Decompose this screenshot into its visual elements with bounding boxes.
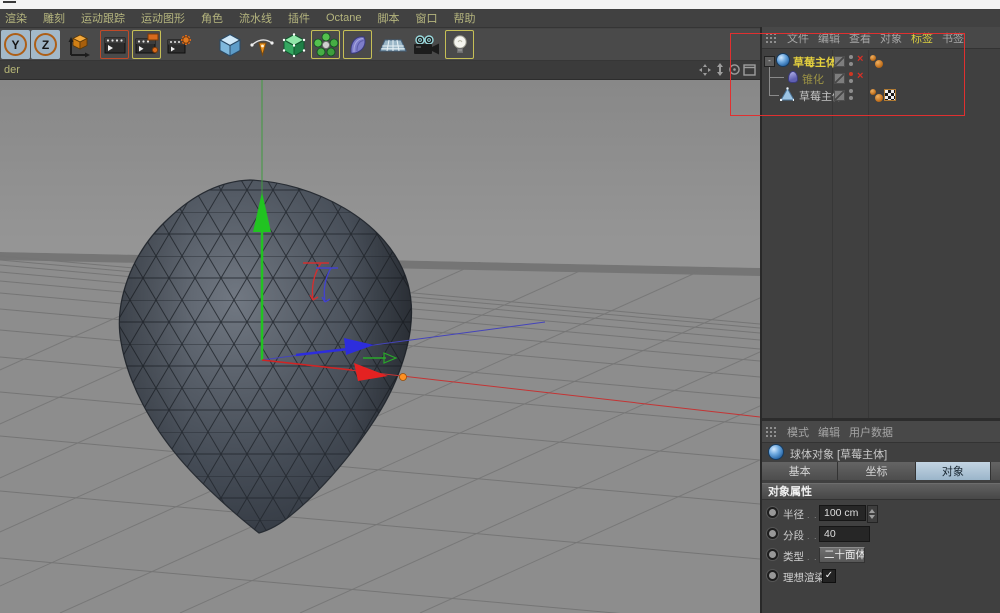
- property-label: 理想渲染: [783, 570, 825, 585]
- y-axis-lock-button[interactable]: Y: [1, 30, 30, 59]
- render-picture-viewer-button[interactable]: [132, 30, 161, 59]
- floor-grid-icon: [378, 32, 408, 58]
- bend-deformer-icon: [345, 32, 371, 58]
- camera-button[interactable]: [409, 30, 445, 59]
- menu-window[interactable]: 窗口: [415, 10, 437, 26]
- keyframe-dot[interactable]: [767, 549, 778, 560]
- panel-handle-icon[interactable]: [766, 427, 778, 437]
- add-primitive-cube-button[interactable]: [215, 30, 244, 59]
- property-render-perfect: 理想渲染 ✓: [762, 567, 1000, 586]
- menu-pipeline[interactable]: 流水线: [239, 10, 272, 26]
- y-axis-icon: Y: [4, 33, 27, 56]
- viewport-title-bar: der: [0, 61, 760, 80]
- viewport-title: der: [0, 64, 20, 76]
- floor-button[interactable]: [375, 30, 411, 59]
- menu-octane[interactable]: Octane: [326, 12, 361, 24]
- render-settings-button[interactable]: [164, 30, 193, 59]
- radius-stepper[interactable]: [867, 505, 878, 523]
- deformer-button[interactable]: [343, 30, 372, 59]
- viewport-zoom-icon[interactable]: [713, 62, 726, 77]
- light-button[interactable]: [445, 30, 474, 59]
- viewport-pan-icon[interactable]: [698, 62, 711, 77]
- z-axis-icon: Z: [34, 33, 57, 56]
- tab-partial[interactable]: [991, 462, 1000, 480]
- sphere-object-icon: [768, 444, 784, 460]
- menu-plugins[interactable]: 插件: [288, 10, 310, 26]
- annotation-rectangle: [730, 33, 965, 116]
- pen-icon: [249, 32, 275, 58]
- c4d-window: 渲染 雕刻 运动跟踪 运动图形 角色 流水线 插件 Octane 脚本 窗口 帮…: [0, 0, 1000, 613]
- property-type: 类型. . . 二十面体: [762, 546, 1000, 565]
- camera-icon: [411, 32, 443, 58]
- cube-icon: [217, 32, 243, 58]
- attribute-object-header: 球体对象 [草莓主体]: [762, 442, 1000, 463]
- keyframe-dot[interactable]: [767, 528, 778, 539]
- attribute-object-title: 球体对象 [草莓主体]: [790, 446, 887, 462]
- coordinate-system-button[interactable]: [62, 30, 98, 59]
- attribute-manager-menu: 模式 编辑 用户数据: [762, 421, 1000, 443]
- z-axis-lock-button[interactable]: Z: [31, 30, 60, 59]
- menu-sculpt[interactable]: 雕刻: [43, 10, 65, 26]
- spline-pen-button[interactable]: [247, 30, 276, 59]
- green-cube-icon: [281, 32, 307, 58]
- viewport-scene: [0, 80, 760, 613]
- keyframe-dot[interactable]: [767, 507, 778, 518]
- property-segments: 分段. . . 40: [762, 525, 1000, 544]
- top-window-strip: [0, 0, 1000, 9]
- segments-input[interactable]: 40: [819, 526, 870, 542]
- type-dropdown[interactable]: 二十面体: [819, 547, 865, 563]
- subdivision-surface-button[interactable]: [279, 30, 308, 59]
- property-radius: 半径. . . 100 cm: [762, 504, 1000, 523]
- render-settings-gear-icon: [166, 32, 192, 58]
- attribute-tabs: 基本 坐标 对象: [762, 462, 1000, 480]
- menu-help[interactable]: 帮助: [453, 10, 475, 26]
- render-clapper-icon: [102, 32, 128, 58]
- main-toolbar: Y Z: [0, 29, 760, 61]
- tab-object[interactable]: 对象: [916, 462, 991, 480]
- menu-script[interactable]: 脚本: [377, 10, 399, 26]
- tab-coordinates[interactable]: 坐标: [838, 462, 915, 480]
- menu-character[interactable]: 角色: [201, 10, 223, 26]
- array-generator-button[interactable]: [311, 30, 340, 59]
- tab-basic[interactable]: 基本: [762, 462, 838, 480]
- menu-motion-tracker[interactable]: 运动跟踪: [81, 10, 125, 26]
- main-menu-bar: 渲染 雕刻 运动跟踪 运动图形 角色 流水线 插件 Octane 脚本 窗口 帮…: [0, 9, 1000, 28]
- render-perfect-checkbox[interactable]: ✓: [822, 569, 836, 583]
- menu-mograph[interactable]: 运动图形: [141, 10, 185, 26]
- am-menu-edit[interactable]: 编辑: [818, 424, 840, 440]
- axis-cube-icon: [66, 32, 94, 58]
- light-bulb-icon: [447, 32, 473, 58]
- object-properties-header: 对象属性: [762, 483, 1000, 500]
- am-menu-userdata[interactable]: 用户数据: [849, 424, 893, 440]
- radius-input[interactable]: 100 cm: [819, 505, 866, 521]
- keyframe-dot[interactable]: [767, 570, 778, 581]
- menu-render[interactable]: 渲染: [5, 10, 27, 26]
- axis-end-dot[interactable]: [400, 374, 407, 381]
- am-menu-mode[interactable]: 模式: [787, 424, 809, 440]
- render-picture-viewer-icon: [134, 32, 160, 58]
- render-view-button[interactable]: [100, 30, 129, 59]
- viewport[interactable]: [0, 80, 760, 613]
- array-flower-icon: [313, 32, 339, 58]
